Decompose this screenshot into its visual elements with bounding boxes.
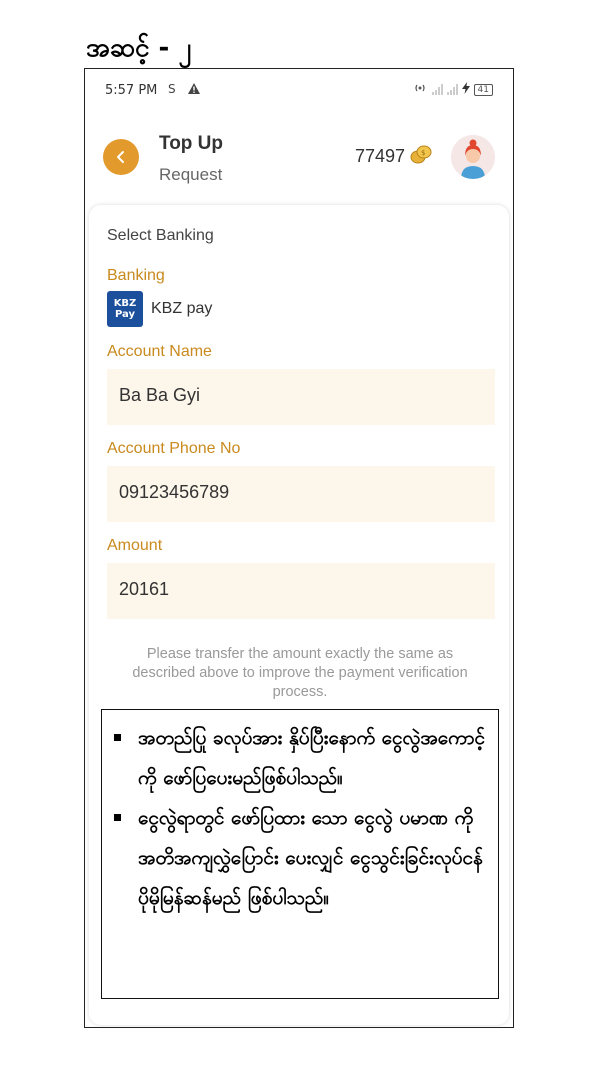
transfer-note: Please transfer the amount exactly the s… (132, 646, 468, 700)
bank-selection[interactable]: KBZ Pay KBZ pay (107, 291, 212, 327)
back-button[interactable] (103, 139, 139, 175)
coin-balance: 77497 $ (355, 143, 433, 170)
account-phone-label: Account Phone No (107, 440, 241, 457)
hotspot-icon (412, 82, 428, 97)
battery-icon: 41 (473, 83, 493, 96)
charging-icon (461, 82, 470, 97)
step-title: အဆင့် - ၂ (86, 33, 192, 63)
coin-balance-value: 77497 (355, 146, 406, 166)
bank-name: KBZ pay (151, 300, 213, 317)
page-title: Top Up (159, 133, 224, 154)
instruction-item: ငွေလွဲရာတွင် ဖော်ပြထား သော ငွေလွဲ ပမာဏ က… (112, 798, 488, 918)
section-title: Select Banking (107, 227, 214, 244)
signal-icon (431, 84, 443, 95)
status-bar: 5:57 PM S 41 (85, 69, 513, 113)
chevron-left-icon (117, 151, 124, 163)
header: Top Up Request 77497 $ (85, 121, 513, 201)
svg-text:S: S (168, 82, 176, 95)
kbz-pay-logo: KBZ Pay (107, 291, 143, 327)
warning-icon (187, 82, 201, 99)
svg-text:$: $ (421, 149, 425, 157)
account-name-label: Account Name (107, 343, 212, 360)
amount-label: Amount (107, 537, 163, 554)
user-avatar-icon (451, 135, 495, 179)
kbz-logo-text: KBZ Pay (113, 298, 137, 320)
coins-icon: $ (409, 143, 433, 170)
status-time: 5:57 PM (105, 83, 158, 98)
account-phone-field[interactable]: 09123456789 (107, 466, 495, 522)
instructions-box: အတည်ပြု ခလုပ်အား နှိပ်ပြီးနောက် ငွေလွဲအက… (101, 709, 499, 999)
sim-icon: S (167, 82, 179, 99)
page-subtitle: Request (159, 165, 223, 184)
signal-2-icon (446, 84, 458, 95)
account-name-field[interactable]: Ba Ba Gyi (107, 369, 495, 425)
phone-screen: 5:57 PM S 41 Top Up Request 77497 $ Sele… (84, 68, 514, 1028)
instruction-item: အတည်ပြု ခလုပ်အား နှိပ်ပြီးနောက် ငွေလွဲအက… (112, 718, 488, 798)
status-right: 41 (412, 82, 493, 97)
amount-field[interactable]: 20161 (107, 563, 495, 619)
avatar[interactable] (451, 135, 495, 179)
banking-label: Banking (107, 267, 165, 284)
